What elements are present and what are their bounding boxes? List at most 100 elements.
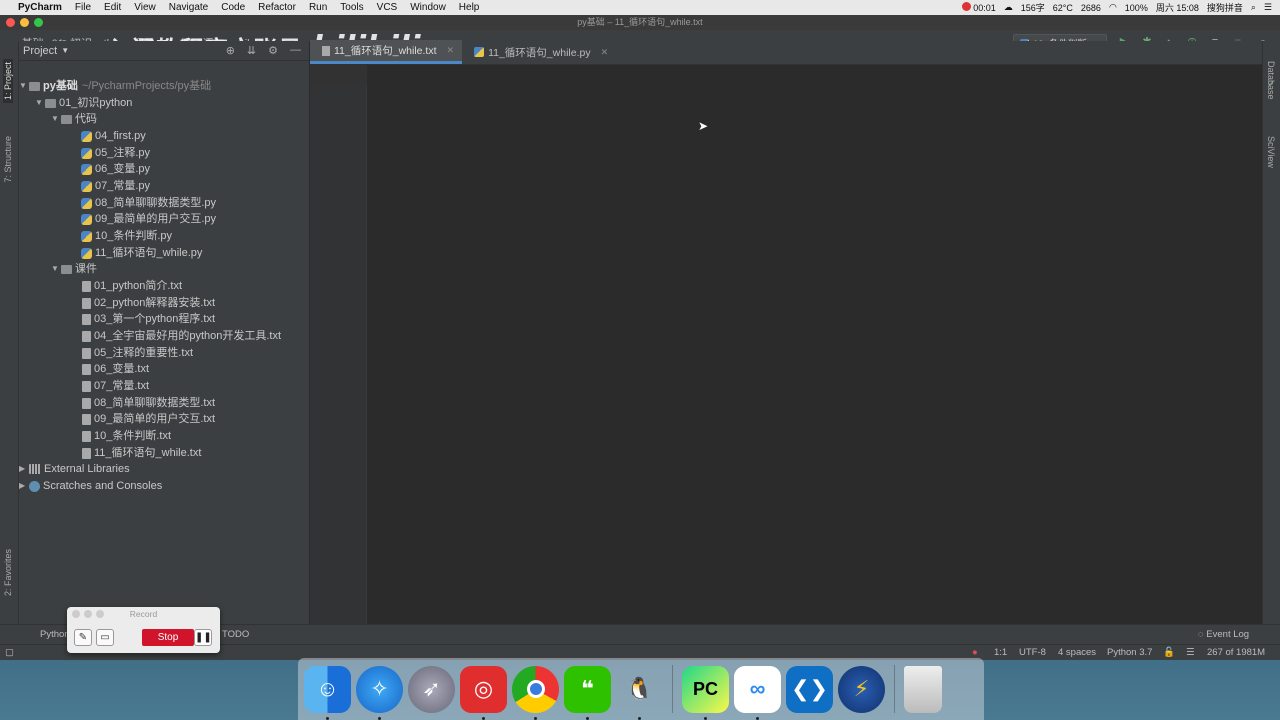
wechat-icon[interactable]: ❝ <box>564 665 611 720</box>
editor-tab-active[interactable]: 11_循环语句_while.txt ✕ <box>310 40 463 64</box>
minimize-window-button[interactable] <box>20 18 29 27</box>
expand-arrow-icon[interactable]: ▼ <box>19 78 29 94</box>
menu-window[interactable]: Window <box>410 2 446 13</box>
hide-icon[interactable]: — <box>290 44 301 57</box>
wifi-icon[interactable]: ◠ <box>1109 2 1117 13</box>
chevron-down-icon[interactable]: ▼ <box>61 46 69 55</box>
tree-file[interactable]: 01_python简介.txt <box>82 278 182 294</box>
menu-navigate[interactable]: Navigate <box>169 2 208 13</box>
zoom-window-button[interactable] <box>34 18 43 27</box>
date-time[interactable]: 周六 15:08 <box>1156 1 1199 14</box>
project-view-select[interactable]: Project <box>23 45 57 57</box>
tree-file[interactable]: 06_变量.txt <box>82 361 149 377</box>
baidu-netdisk-icon[interactable]: ∞ <box>734 665 781 720</box>
tree-file[interactable]: 02_python解释器安装.txt <box>82 295 215 311</box>
tree-file[interactable]: 06_变量.py <box>81 161 150 177</box>
pause-record-button[interactable]: ❚❚ <box>194 629 212 646</box>
tab-project[interactable]: 1: Project <box>3 59 13 104</box>
collapse-arrow-icon[interactable]: ▶ <box>19 478 29 494</box>
vscode-icon[interactable]: ❮❯ <box>786 665 833 713</box>
input-method[interactable]: 搜狗拼音 <box>1207 1 1243 14</box>
finder-icon[interactable]: ☺ <box>304 665 351 720</box>
pen-tool-button[interactable]: ✎ <box>74 629 92 646</box>
menu-help[interactable]: Help <box>459 2 480 13</box>
tree-file[interactable]: 08_简单聊聊数据类型.py <box>81 195 216 211</box>
cursor-position[interactable]: 1:1 <box>994 647 1007 658</box>
menu-file[interactable]: File <box>75 2 91 13</box>
menu-edit[interactable]: Edit <box>104 2 121 13</box>
locate-icon[interactable]: ⊕ <box>226 44 235 57</box>
pycharm-icon[interactable]: PC <box>682 665 729 720</box>
netease-music-icon[interactable]: ◎ <box>460 665 507 720</box>
tree-file[interactable]: 07_常量.txt <box>82 378 149 394</box>
safari-icon[interactable]: ✧ <box>356 665 403 720</box>
tree-file[interactable]: 05_注释.py <box>81 145 150 161</box>
menu-code[interactable]: Code <box>221 2 245 13</box>
tree-file[interactable]: 04_全宇宙最好用的python开发工具.txt <box>82 328 281 344</box>
tab-event-log[interactable]: ◌ Event Log <box>1198 629 1249 640</box>
expand-arrow-icon[interactable]: ▼ <box>35 95 45 111</box>
close-tab-icon[interactable]: ✕ <box>447 45 455 56</box>
tab-sciview[interactable]: SciView <box>1266 136 1276 168</box>
tree-file[interactable]: 09_最简单的用户交互.txt <box>82 411 215 427</box>
file-encoding[interactable]: UTF-8 <box>1019 647 1046 658</box>
menu-vcs[interactable]: VCS <box>377 2 398 13</box>
gear-icon[interactable]: ⚙ <box>268 44 278 57</box>
tree-file[interactable]: 03_第一个python程序.txt <box>82 311 215 327</box>
launchpad-icon[interactable]: ➶ <box>408 665 455 713</box>
menu-view[interactable]: View <box>134 2 156 13</box>
menu-refactor[interactable]: Refactor <box>258 2 296 13</box>
tree-file[interactable]: 09_最简单的用户交互.py <box>81 211 216 227</box>
menu-run[interactable]: Run <box>309 2 327 13</box>
search-icon[interactable]: ⌕ <box>1251 2 1256 13</box>
collapse-arrow-icon[interactable]: ▶ <box>19 461 29 477</box>
inspector-icon[interactable]: ☰ <box>1186 647 1195 658</box>
editor-tab-label: 11_循环语句_while.py <box>488 46 591 59</box>
tree-subfolder-code[interactable]: ▼ 代码 <box>51 111 97 127</box>
tree-file[interactable]: 11_循环语句_while.txt <box>82 445 201 461</box>
tree-file[interactable]: 08_简单聊聊数据类型.txt <box>82 395 215 411</box>
qq-icon[interactable]: 🐧 <box>616 666 663 720</box>
close-window-button[interactable] <box>6 18 15 27</box>
expand-arrow-icon[interactable]: ▼ <box>51 111 61 127</box>
tree-item-label: Scratches and Consoles <box>43 480 163 492</box>
expand-arrow-icon[interactable]: ▼ <box>51 261 61 277</box>
stop-record-button[interactable]: Stop <box>142 629 194 646</box>
recording-indicator[interactable]: 00:01 <box>962 2 996 13</box>
menu-list-icon[interactable]: ☰ <box>1264 2 1272 13</box>
tab-favorites[interactable]: 2: Favorites <box>3 549 13 596</box>
tree-external-libraries[interactable]: ▶ External Libraries <box>19 461 130 477</box>
toggle-tool-windows-icon[interactable]: ▢ <box>5 647 14 658</box>
tree-file[interactable]: 04_first.py <box>81 128 146 144</box>
tree-folder[interactable]: ▼ 01_初识python <box>35 95 132 111</box>
indent-setting[interactable]: 4 spaces <box>1058 647 1096 658</box>
git-status-icon[interactable]: ● <box>972 647 978 658</box>
tree-file[interactable]: 10_条件判断.txt <box>82 428 171 444</box>
tree-file[interactable]: 07_常量.py <box>81 178 150 194</box>
close-tab-icon[interactable]: ✕ <box>601 47 609 58</box>
python-interpreter[interactable]: Python 3.7 <box>1107 647 1152 658</box>
tree-root[interactable]: ▼ py基础 ~/PycharmProjects/py基础 <box>19 78 211 94</box>
tree-file[interactable]: 05_注释的重要性.txt <box>82 345 193 361</box>
tree-scratches[interactable]: ▶ Scratches and Consoles <box>19 478 162 494</box>
tab-structure[interactable]: 7: Structure <box>3 136 13 183</box>
tree-file[interactable]: 10_条件判断.py <box>81 228 172 244</box>
trash-icon[interactable] <box>904 665 942 713</box>
editor-tab[interactable]: 11_循环语句_while.py ✕ <box>462 40 616 64</box>
lock-icon[interactable]: 🔓 <box>1163 647 1175 658</box>
wechat-status-icon[interactable]: ☁ <box>1004 2 1013 13</box>
tree-subfolder-course[interactable]: ▼ 课件 <box>51 261 97 277</box>
tree-file[interactable]: 11_循环语句_while.py <box>81 245 202 261</box>
battery-level[interactable]: 100% <box>1125 3 1148 13</box>
menu-tools[interactable]: Tools <box>340 2 363 13</box>
tab-python-console[interactable]: Python <box>40 629 70 640</box>
tab-todo[interactable]: TODO <box>222 629 249 640</box>
xcode-lightning-icon[interactable]: ⚡ <box>838 665 885 713</box>
tab-database[interactable]: Database <box>1266 61 1276 100</box>
crop-tool-button[interactable]: ▭ <box>96 629 114 646</box>
memory-indicator[interactable]: 267 of 1981M <box>1207 647 1265 658</box>
code-editor[interactable] <box>368 65 1262 631</box>
menu-app-name[interactable]: PyCharm <box>18 2 62 13</box>
collapse-all-icon[interactable]: ⇊ <box>247 44 256 57</box>
chrome-icon[interactable] <box>512 665 559 720</box>
